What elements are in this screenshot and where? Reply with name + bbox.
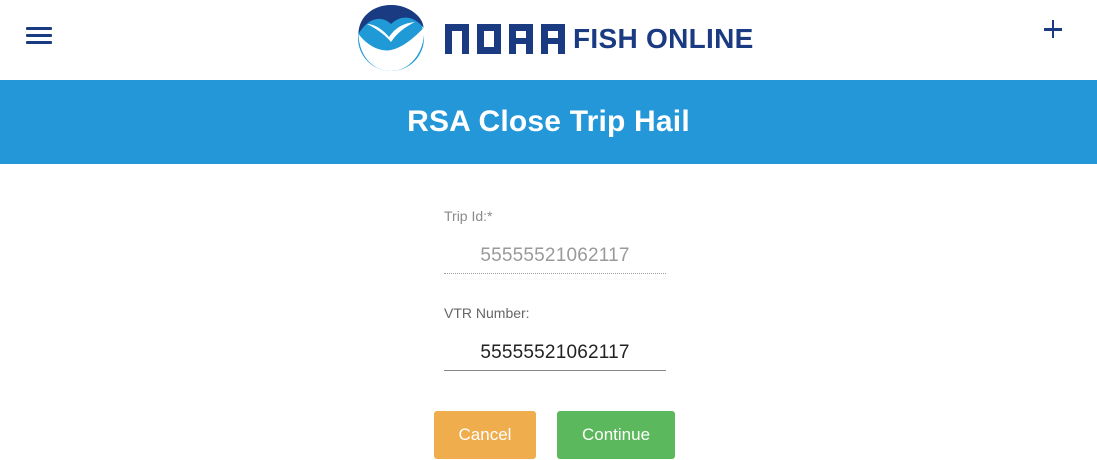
menu-line bbox=[26, 34, 52, 37]
trip-id-label: Trip Id:* bbox=[444, 207, 666, 225]
trip-id-field: 55555521062117 bbox=[444, 238, 666, 274]
noaa-wordmark bbox=[445, 24, 565, 54]
menu-line bbox=[26, 27, 52, 30]
plus-bar-vertical bbox=[1051, 20, 1055, 38]
page-title: RSA Close Trip Hail bbox=[407, 105, 690, 138]
required-marker: * bbox=[487, 208, 493, 224]
brand-suffix: FISH ONLINE bbox=[573, 23, 754, 54]
trip-id-label-text: Trip Id: bbox=[444, 208, 488, 224]
vtr-number-group: VTR Number: 55555521062117 bbox=[444, 304, 666, 371]
cancel-button[interactable]: Cancel bbox=[434, 411, 536, 459]
form-actions: Cancel Continue bbox=[434, 411, 675, 459]
menu-line bbox=[26, 41, 52, 44]
plus-icon[interactable] bbox=[1041, 17, 1065, 41]
app-header: FISH ONLINE bbox=[0, 0, 1097, 80]
page-title-bar: RSA Close Trip Hail bbox=[0, 80, 1097, 164]
noaa-seagull-logo-icon bbox=[358, 5, 424, 71]
continue-button[interactable]: Continue bbox=[557, 411, 675, 459]
hamburger-menu-icon[interactable] bbox=[26, 24, 54, 46]
brand-logo[interactable]: FISH ONLINE bbox=[357, 3, 754, 73]
trip-id-group: Trip Id:* 55555521062117 bbox=[444, 207, 666, 274]
vtr-number-field[interactable]: 55555521062117 bbox=[444, 335, 666, 371]
vtr-number-label: VTR Number: bbox=[444, 305, 530, 321]
